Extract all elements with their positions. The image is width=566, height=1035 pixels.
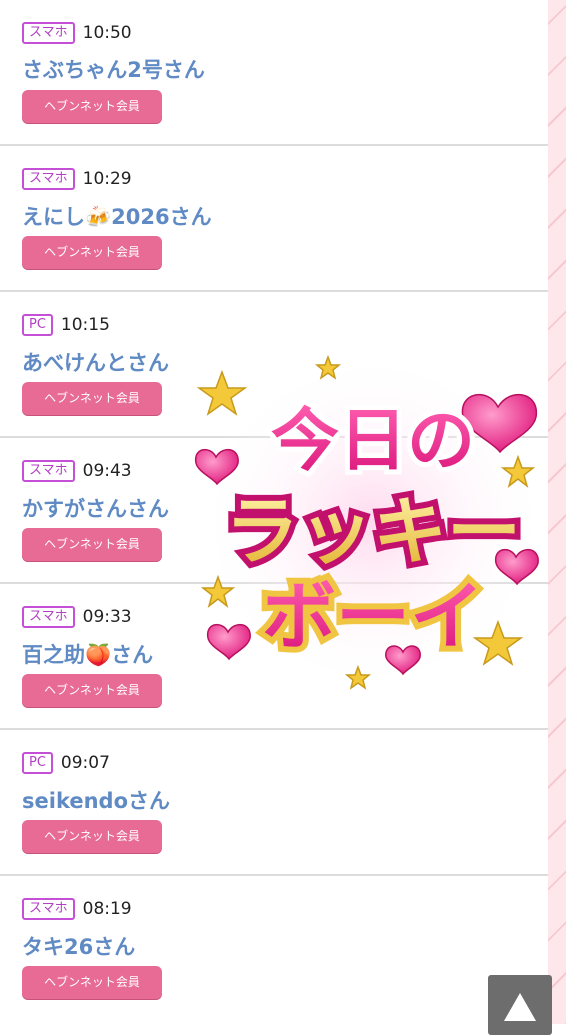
member-badge-button[interactable]: ヘブンネット会員: [22, 236, 162, 269]
banner-line1: 今日の: [271, 402, 475, 481]
visit-meta: スマホ 09:33: [22, 606, 132, 628]
banner-line3: ボーイ: [262, 574, 484, 660]
visitor-name[interactable]: タキ26さん: [22, 931, 135, 961]
visitor-name[interactable]: かすがさんさん: [22, 493, 169, 523]
device-badge: スマホ: [22, 898, 75, 920]
visit-time: 10:15: [60, 315, 110, 335]
member-badge-button[interactable]: ヘブンネット会員: [22, 966, 162, 999]
back-to-top-button[interactable]: [488, 975, 552, 1035]
device-badge: スマホ: [22, 460, 75, 482]
visit-meta: スマホ 09:43: [22, 460, 132, 482]
member-badge-button[interactable]: ヘブンネット会員: [22, 90, 162, 123]
member-badge-button[interactable]: ヘブンネット会員: [22, 528, 162, 561]
lucky-boy-graphic: 今日の ラッキー ボーイ: [189, 352, 549, 704]
device-badge: PC: [22, 752, 53, 774]
visitor-name[interactable]: あべけんとさん: [22, 347, 169, 377]
visit-time: 09:43: [82, 461, 132, 481]
device-badge: PC: [22, 314, 53, 336]
visitor-name[interactable]: seikendoさん: [22, 785, 170, 815]
member-badge-button[interactable]: ヘブンネット会員: [22, 382, 162, 415]
visit-time: 10:50: [82, 23, 132, 43]
member-badge-button[interactable]: ヘブンネット会員: [22, 674, 162, 707]
visitor-name[interactable]: 百之助🍑さん: [22, 639, 153, 669]
up-triangle-icon: [504, 993, 536, 1021]
visit-time: 08:19: [82, 899, 132, 919]
device-badge: スマホ: [22, 606, 75, 628]
visit-meta: PC 10:15: [22, 314, 110, 336]
member-badge-button[interactable]: ヘブンネット会員: [22, 820, 162, 853]
visit-time: 10:29: [82, 169, 132, 189]
visit-meta: スマホ 08:19: [22, 898, 132, 920]
list-item: PC 09:07 seikendoさん ヘブンネット会員: [0, 730, 548, 876]
banner-line2: ラッキー: [225, 489, 521, 575]
visit-meta: スマホ 10:50: [22, 22, 132, 44]
visitor-name[interactable]: さぶちゃん2号さん: [22, 54, 205, 84]
visit-time: 09:33: [82, 607, 132, 627]
visit-time: 09:07: [60, 753, 110, 773]
device-badge: スマホ: [22, 22, 75, 44]
list-item: スマホ 08:19 タキ26さん ヘブンネット会員: [0, 876, 548, 1022]
list-item: スマホ 10:50 さぶちゃん2号さん ヘブンネット会員: [0, 0, 548, 146]
visit-meta: PC 09:07: [22, 752, 110, 774]
visit-meta: スマホ 10:29: [22, 168, 132, 190]
visitor-name[interactable]: えにし🍻2026さん: [22, 201, 212, 231]
lucky-boy-banner: 今日の ラッキー ボーイ: [188, 332, 558, 704]
list-item: スマホ 10:29 えにし🍻2026さん ヘブンネット会員: [0, 146, 548, 292]
device-badge: スマホ: [22, 168, 75, 190]
